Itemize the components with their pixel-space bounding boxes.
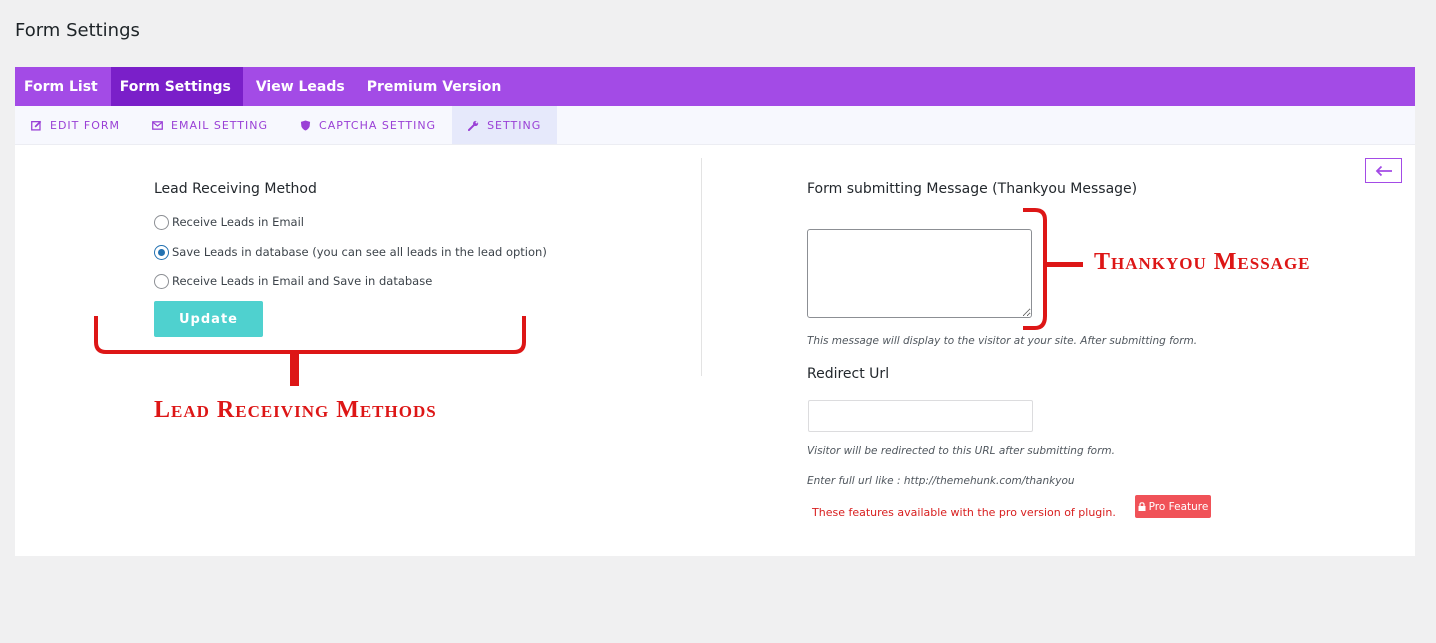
settings-card: EDIT FORM EMAIL SETTING CAPTCHA SETTING … <box>15 106 1415 556</box>
subtab-setting[interactable]: SETTING <box>452 106 558 144</box>
subtab-captcha-setting-label: CAPTCHA SETTING <box>319 118 437 132</box>
thankyou-message-textarea[interactable] <box>807 229 1032 318</box>
redirect-url-input[interactable] <box>808 400 1033 432</box>
pro-feature-label: Pro Feature <box>1148 500 1209 513</box>
page-title: Form Settings <box>15 20 140 41</box>
thankyou-title: Form submitting Message (Thankyou Messag… <box>807 181 1138 197</box>
radio-button[interactable] <box>154 273 169 289</box>
radio-button[interactable] <box>154 214 169 230</box>
thankyou-bracket-annotation <box>1023 208 1083 330</box>
subtab-email-setting[interactable]: EMAIL SETTING <box>136 106 284 144</box>
redirect-help-text: Visitor will be redirected to this URL a… <box>807 445 1115 457</box>
subtab-captcha-setting[interactable]: CAPTCHA SETTING <box>284 106 452 144</box>
lead-methods-annotation: Lead Receiving Methods <box>154 397 437 423</box>
lead-option-email[interactable]: Receive Leads in Email <box>154 214 304 230</box>
lead-method-section: Lead Receiving Method Receive Leads in E… <box>154 181 554 337</box>
thankyou-message-annotation: Thankyou Message <box>1094 249 1311 275</box>
back-button[interactable] <box>1365 158 1402 183</box>
edit-icon <box>31 120 42 131</box>
lock-icon <box>1138 502 1146 511</box>
redirect-example-text: Enter full url like : http://themehunk.c… <box>807 475 1075 487</box>
shield-icon <box>300 119 311 131</box>
pro-version-note: These features available with the pro ve… <box>812 506 1116 519</box>
lead-method-title: Lead Receiving Method <box>154 181 317 197</box>
subtab-email-setting-label: EMAIL SETTING <box>171 118 269 132</box>
tab-view-leads[interactable]: View Leads <box>247 67 354 106</box>
envelope-icon <box>152 120 163 130</box>
lead-option-label: Save Leads in database (you can see all … <box>172 245 547 259</box>
lead-option-database[interactable]: Save Leads in database (you can see all … <box>154 244 547 260</box>
subtab-edit-form-label: EDIT FORM <box>50 118 120 132</box>
lead-option-label: Receive Leads in Email and Save in datab… <box>172 274 433 288</box>
sub-tabs: EDIT FORM EMAIL SETTING CAPTCHA SETTING … <box>15 106 1415 145</box>
subtab-setting-label: SETTING <box>487 118 542 132</box>
redirect-url-title: Redirect Url <box>807 366 890 382</box>
wrench-icon <box>468 120 479 131</box>
pro-feature-badge[interactable]: Pro Feature <box>1135 495 1211 518</box>
thankyou-section: Form submitting Message (Thankyou Messag… <box>807 181 1307 519</box>
thankyou-help-text: This message will display to the visitor… <box>807 335 1198 347</box>
subtab-edit-form[interactable]: EDIT FORM <box>15 106 136 144</box>
radio-button-checked[interactable] <box>154 244 169 260</box>
lead-bracket-annotation <box>94 316 526 386</box>
lead-option-email-and-database[interactable]: Receive Leads in Email and Save in datab… <box>154 273 432 289</box>
tab-premium-version[interactable]: Premium Version <box>358 67 511 106</box>
arrow-left-icon <box>1375 165 1392 176</box>
main-tabs: Form List Form Settings View Leads Premi… <box>15 67 1415 106</box>
tab-form-list[interactable]: Form List <box>15 67 107 106</box>
column-divider <box>701 158 702 376</box>
lead-option-label: Receive Leads in Email <box>172 215 304 229</box>
tab-form-settings[interactable]: Form Settings <box>110 67 243 106</box>
